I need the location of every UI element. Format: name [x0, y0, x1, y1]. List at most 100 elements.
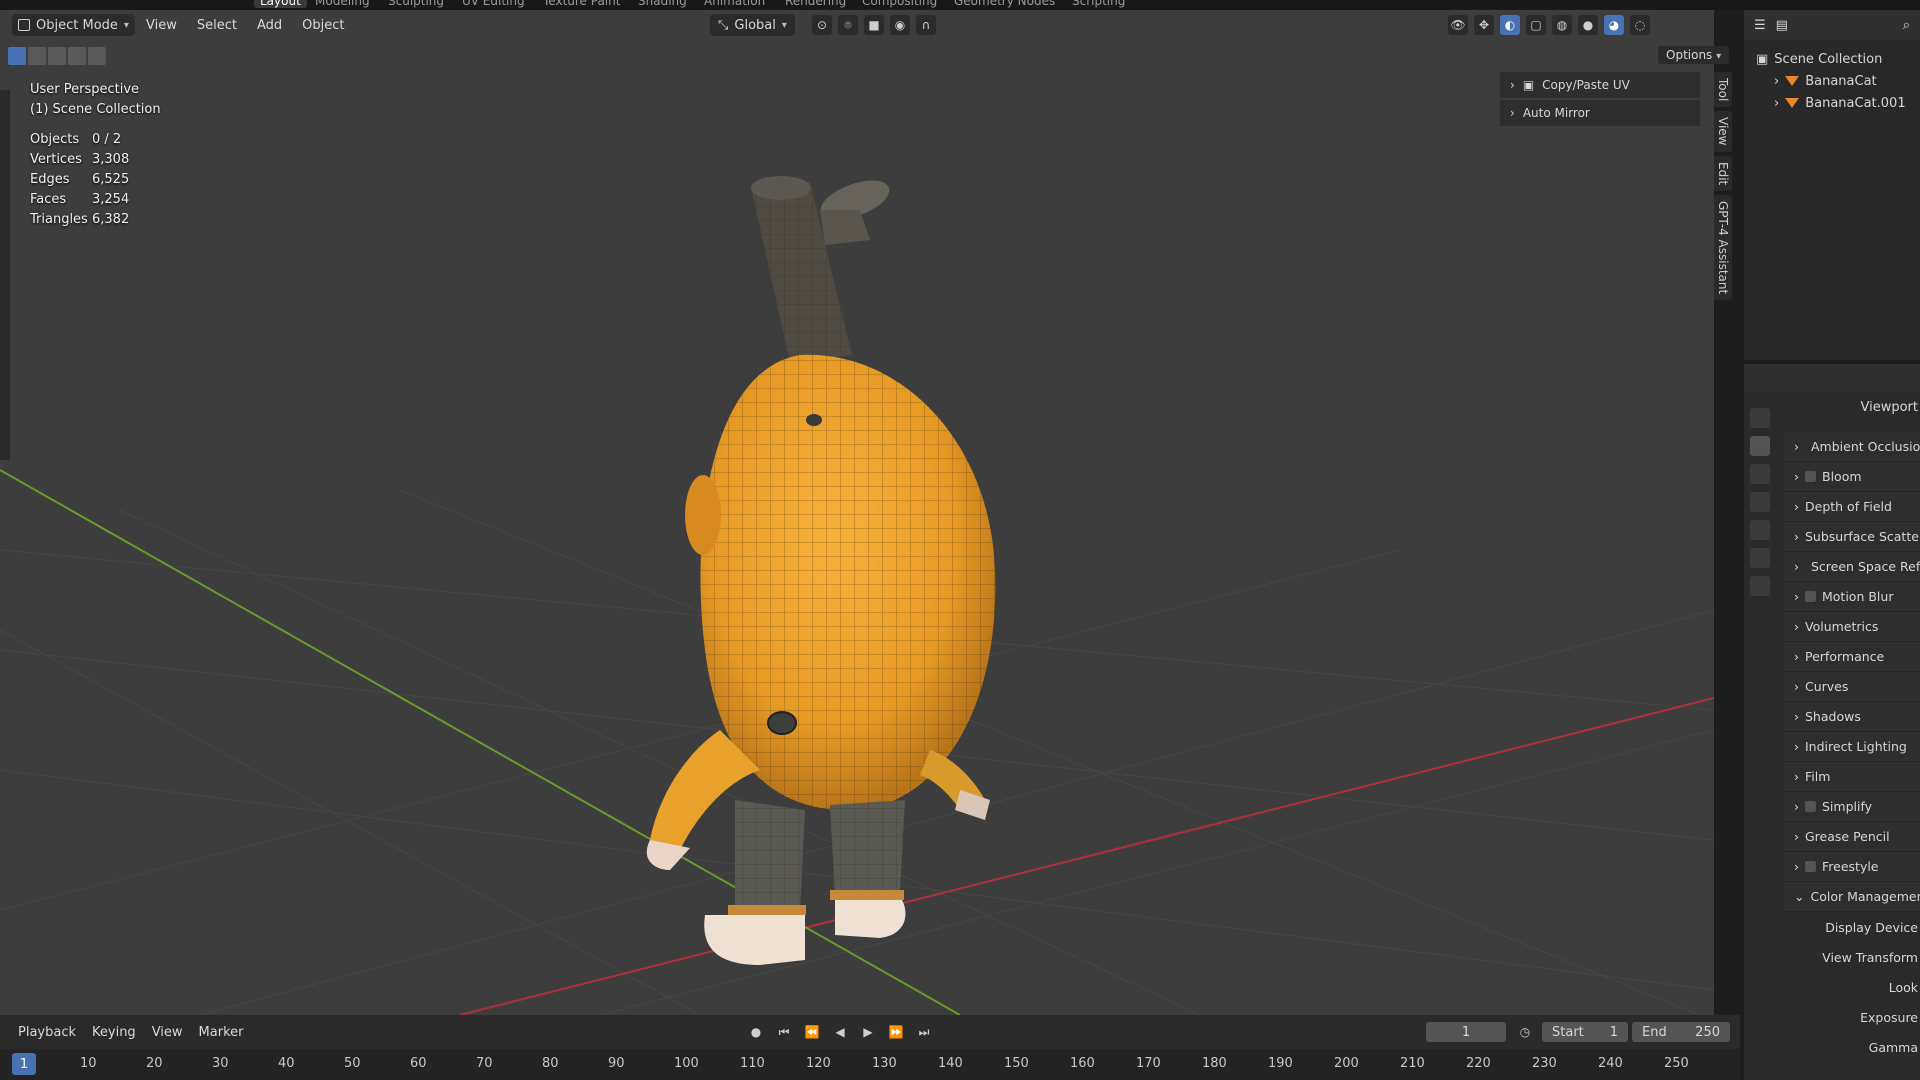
falloff-icon[interactable]: ∩ — [916, 15, 936, 35]
play-reverse-icon[interactable]: ◀ — [830, 1022, 850, 1042]
properties-section[interactable]: › Motion Blur — [1784, 582, 1920, 612]
menu-add[interactable]: Add — [249, 14, 290, 37]
scene-tab-icon[interactable] — [1750, 520, 1770, 540]
workspace-tab-rendering[interactable]: Rendering — [785, 0, 846, 8]
select-intersect-icon[interactable] — [88, 47, 106, 65]
section-checkbox[interactable] — [1805, 801, 1816, 812]
workspace-tab-texture-paint[interactable]: Texture Paint — [543, 0, 620, 8]
select-invert-icon[interactable] — [68, 47, 86, 65]
search-icon[interactable]: ⌕ — [1903, 18, 1910, 33]
start-frame-field[interactable]: Start 1 — [1542, 1022, 1628, 1042]
overlay-icon[interactable]: ◐ — [1500, 15, 1520, 35]
3d-viewport[interactable] — [0, 10, 1714, 1015]
outliner-item-bananacat[interactable]: › BananaCat — [1744, 70, 1920, 92]
bananacat-model[interactable] — [646, 173, 996, 965]
workspace-tab-shading[interactable]: Shading — [638, 0, 687, 8]
panel-auto-mirror[interactable]: › Auto Mirror — [1500, 100, 1700, 128]
wireframe-shading-icon[interactable]: ◍ — [1552, 15, 1572, 35]
record-icon[interactable]: ● — [746, 1022, 766, 1042]
prev-keyframe-icon[interactable]: ⏪ — [802, 1022, 822, 1042]
workspace-tab-modeling[interactable]: Modeling — [315, 0, 370, 8]
properties-section[interactable]: › Grease Pencil — [1784, 822, 1920, 852]
chevron-right-icon[interactable]: › — [1774, 96, 1779, 111]
chevron-right-icon: › — [1794, 739, 1799, 754]
mode-dropdown[interactable]: Object Mode ▾ — [12, 14, 135, 36]
editor-type-icon[interactable]: ☰ — [1754, 18, 1766, 33]
select-extend-icon[interactable] — [28, 47, 46, 65]
timeline-ruler[interactable]: 1102030405060708090100110120130140150160… — [0, 1049, 1740, 1080]
snap-target-icon[interactable]: ■ — [864, 15, 884, 35]
world-tab-icon[interactable] — [1750, 548, 1770, 568]
tab-gpt4-assistant[interactable]: GPT-4 Assistant — [1714, 195, 1732, 301]
outliner-scene-collection[interactable]: ▣ Scene Collection — [1744, 48, 1920, 70]
current-frame-field[interactable]: 1 — [1426, 1022, 1506, 1042]
chevron-right-icon[interactable]: › — [1774, 74, 1779, 89]
properties-section[interactable]: › Subsurface Scattering — [1784, 522, 1920, 552]
properties-section[interactable]: › Depth of Field — [1784, 492, 1920, 522]
outliner-item-bananacat-001[interactable]: › BananaCat.001 — [1744, 92, 1920, 114]
tool-tab-icon[interactable] — [1750, 408, 1770, 428]
properties-section[interactable]: › Curves — [1784, 672, 1920, 702]
properties-section[interactable]: › Shadows — [1784, 702, 1920, 732]
properties-section[interactable]: › Bloom — [1784, 462, 1920, 492]
menu-timeline-view[interactable]: View — [144, 1021, 191, 1044]
properties-section[interactable]: ⌄ Color Management — [1784, 882, 1920, 912]
end-frame-field[interactable]: End 250 — [1632, 1022, 1730, 1042]
select-subtract-icon[interactable] — [48, 47, 66, 65]
texture-tab-icon[interactable] — [1750, 576, 1770, 596]
output-tab-icon[interactable] — [1750, 464, 1770, 484]
properties-section[interactable]: › Ambient Occlusion — [1784, 432, 1920, 462]
workspace-tab-uv-editing[interactable]: UV Editing — [462, 0, 525, 8]
properties-section[interactable]: › Performance — [1784, 642, 1920, 672]
options-dropdown[interactable]: Options ▾ — [1658, 46, 1730, 64]
render-tab-icon[interactable] — [1750, 436, 1770, 456]
properties-section[interactable]: › Volumetrics — [1784, 612, 1920, 642]
properties-section[interactable]: › Film — [1784, 762, 1920, 792]
tab-view[interactable]: View — [1714, 111, 1732, 152]
workspace-tab-scripting[interactable]: Scripting — [1072, 0, 1125, 8]
menu-keying[interactable]: Keying — [84, 1021, 144, 1044]
clock-icon[interactable]: ◷ — [1515, 1022, 1535, 1042]
transform-orientation-dropdown[interactable]: ⤡ Global ▾ — [710, 14, 795, 36]
tab-edit[interactable]: Edit — [1714, 155, 1732, 192]
select-new-icon[interactable] — [8, 47, 26, 65]
jump-end-icon[interactable]: ⏭ — [914, 1022, 934, 1042]
properties-section[interactable]: › Screen Space Reflections — [1784, 552, 1920, 582]
menu-marker[interactable]: Marker — [191, 1021, 252, 1044]
properties-section[interactable]: › Freestyle — [1784, 852, 1920, 882]
jump-start-icon[interactable]: ⏮ — [774, 1022, 794, 1042]
properties-section[interactable]: › Simplify — [1784, 792, 1920, 822]
menu-object[interactable]: Object — [294, 14, 352, 37]
workspace-tab-animation[interactable]: Animation — [704, 0, 765, 8]
xray-icon[interactable]: ▢ — [1526, 15, 1546, 35]
section-checkbox[interactable] — [1805, 471, 1816, 482]
panel-copy-paste-uv[interactable]: › ▣ Copy/Paste UV — [1500, 72, 1700, 100]
toolbar-strip[interactable] — [0, 90, 10, 460]
visibility-icon[interactable]: 👁 — [1448, 15, 1468, 35]
display-mode-icon[interactable]: ▤ — [1776, 18, 1788, 33]
pivot-icon[interactable]: ⊙ — [812, 15, 832, 35]
tab-tool[interactable]: Tool — [1714, 72, 1732, 108]
snap-icon[interactable]: ⌾ — [838, 15, 858, 35]
gizmo-icon[interactable]: ✥ — [1474, 15, 1494, 35]
view-layer-tab-icon[interactable] — [1750, 492, 1770, 512]
properties-section[interactable]: › Indirect Lighting — [1784, 732, 1920, 762]
material-shading-icon[interactable]: ◕ — [1604, 15, 1624, 35]
section-checkbox[interactable] — [1805, 591, 1816, 602]
menu-playback[interactable]: Playback — [10, 1021, 84, 1044]
solid-shading-icon[interactable]: ● — [1578, 15, 1598, 35]
workspace-tab-layout[interactable]: Layout — [254, 0, 307, 8]
section-label: Film — [1805, 769, 1831, 784]
menu-select[interactable]: Select — [189, 14, 245, 37]
section-checkbox[interactable] — [1805, 861, 1816, 872]
play-icon[interactable]: ▶ — [858, 1022, 878, 1042]
rendered-shading-icon[interactable]: ◌ — [1630, 15, 1650, 35]
proportional-edit-icon[interactable]: ◉ — [890, 15, 910, 35]
next-keyframe-icon[interactable]: ⏩ — [886, 1022, 906, 1042]
menu-view[interactable]: View — [138, 14, 185, 37]
workspace-tab-compositing[interactable]: Compositing — [862, 0, 937, 8]
workspace-tab-sculpting[interactable]: Sculpting — [388, 0, 444, 8]
stat-row: Objects 0 / 2 — [30, 130, 129, 150]
workspace-tab-geometry-nodes[interactable]: Geometry Nodes — [954, 0, 1055, 8]
playhead-marker[interactable]: 1 — [12, 1053, 36, 1075]
